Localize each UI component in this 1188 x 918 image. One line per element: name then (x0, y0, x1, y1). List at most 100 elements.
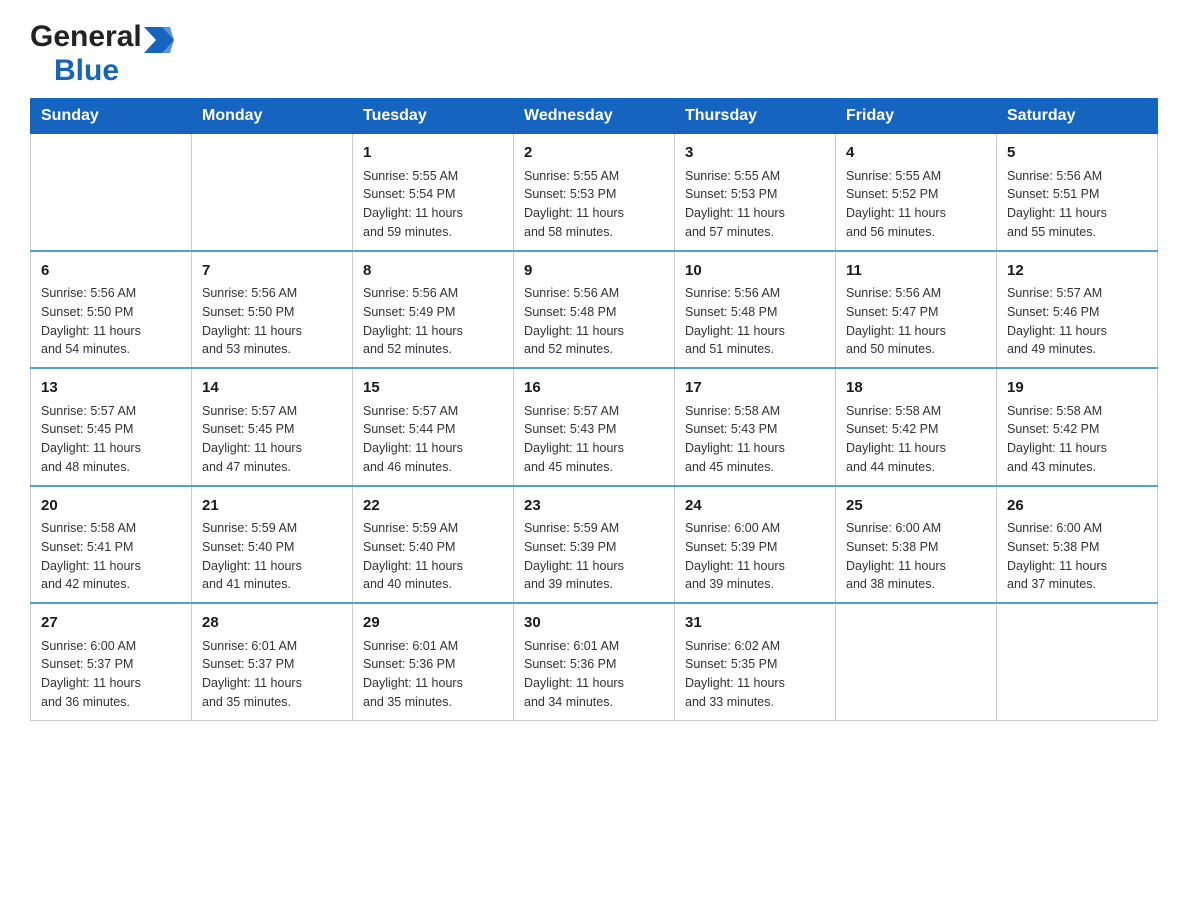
calendar-cell (836, 603, 997, 720)
day-info: Sunrise: 5:56 AMSunset: 5:48 PMDaylight:… (524, 284, 664, 359)
day-number: 9 (524, 260, 664, 283)
day-number: 8 (363, 260, 503, 283)
day-number: 1 (363, 142, 503, 165)
day-info: Sunrise: 6:01 AMSunset: 5:36 PMDaylight:… (363, 637, 503, 712)
day-info: Sunrise: 5:56 AMSunset: 5:49 PMDaylight:… (363, 284, 503, 359)
day-number: 2 (524, 142, 664, 165)
calendar-cell: 23Sunrise: 5:59 AMSunset: 5:39 PMDayligh… (514, 486, 675, 604)
day-number: 12 (1007, 260, 1147, 283)
weekday-header-friday: Friday (836, 99, 997, 134)
page-header: General Blue (30, 20, 1158, 88)
day-info: Sunrise: 6:00 AMSunset: 5:37 PMDaylight:… (41, 637, 181, 712)
day-info: Sunrise: 5:56 AMSunset: 5:48 PMDaylight:… (685, 284, 825, 359)
calendar-cell: 31Sunrise: 6:02 AMSunset: 5:35 PMDayligh… (675, 603, 836, 720)
day-info: Sunrise: 6:01 AMSunset: 5:37 PMDaylight:… (202, 637, 342, 712)
day-number: 21 (202, 495, 342, 518)
day-number: 6 (41, 260, 181, 283)
day-info: Sunrise: 6:00 AMSunset: 5:39 PMDaylight:… (685, 519, 825, 594)
day-number: 27 (41, 612, 181, 635)
weekday-header-monday: Monday (192, 99, 353, 134)
calendar-cell: 18Sunrise: 5:58 AMSunset: 5:42 PMDayligh… (836, 368, 997, 486)
calendar-cell: 8Sunrise: 5:56 AMSunset: 5:49 PMDaylight… (353, 251, 514, 369)
day-info: Sunrise: 5:57 AMSunset: 5:46 PMDaylight:… (1007, 284, 1147, 359)
calendar-cell: 15Sunrise: 5:57 AMSunset: 5:44 PMDayligh… (353, 368, 514, 486)
day-number: 14 (202, 377, 342, 400)
day-info: Sunrise: 5:58 AMSunset: 5:43 PMDaylight:… (685, 402, 825, 477)
day-number: 31 (685, 612, 825, 635)
week-row-2: 6Sunrise: 5:56 AMSunset: 5:50 PMDaylight… (31, 251, 1158, 369)
calendar-cell: 30Sunrise: 6:01 AMSunset: 5:36 PMDayligh… (514, 603, 675, 720)
day-number: 17 (685, 377, 825, 400)
day-number: 30 (524, 612, 664, 635)
day-number: 3 (685, 142, 825, 165)
calendar-cell: 14Sunrise: 5:57 AMSunset: 5:45 PMDayligh… (192, 368, 353, 486)
logo: General Blue (30, 20, 174, 88)
day-info: Sunrise: 5:59 AMSunset: 5:39 PMDaylight:… (524, 519, 664, 594)
calendar-cell: 4Sunrise: 5:55 AMSunset: 5:52 PMDaylight… (836, 134, 997, 251)
day-number: 10 (685, 260, 825, 283)
calendar-cell: 11Sunrise: 5:56 AMSunset: 5:47 PMDayligh… (836, 251, 997, 369)
calendar-cell: 29Sunrise: 6:01 AMSunset: 5:36 PMDayligh… (353, 603, 514, 720)
calendar-cell: 3Sunrise: 5:55 AMSunset: 5:53 PMDaylight… (675, 134, 836, 251)
day-info: Sunrise: 6:00 AMSunset: 5:38 PMDaylight:… (1007, 519, 1147, 594)
day-info: Sunrise: 5:56 AMSunset: 5:51 PMDaylight:… (1007, 167, 1147, 242)
calendar-cell: 13Sunrise: 5:57 AMSunset: 5:45 PMDayligh… (31, 368, 192, 486)
day-info: Sunrise: 5:57 AMSunset: 5:45 PMDaylight:… (202, 402, 342, 477)
calendar-cell: 7Sunrise: 5:56 AMSunset: 5:50 PMDaylight… (192, 251, 353, 369)
calendar-cell: 26Sunrise: 6:00 AMSunset: 5:38 PMDayligh… (997, 486, 1158, 604)
day-number: 16 (524, 377, 664, 400)
day-info: Sunrise: 5:57 AMSunset: 5:43 PMDaylight:… (524, 402, 664, 477)
week-row-4: 20Sunrise: 5:58 AMSunset: 5:41 PMDayligh… (31, 486, 1158, 604)
day-info: Sunrise: 5:59 AMSunset: 5:40 PMDaylight:… (363, 519, 503, 594)
weekday-header-thursday: Thursday (675, 99, 836, 134)
weekday-header-row: SundayMondayTuesdayWednesdayThursdayFrid… (31, 99, 1158, 134)
day-number: 5 (1007, 142, 1147, 165)
day-number: 18 (846, 377, 986, 400)
weekday-header-wednesday: Wednesday (514, 99, 675, 134)
day-info: Sunrise: 5:58 AMSunset: 5:42 PMDaylight:… (846, 402, 986, 477)
calendar-cell: 27Sunrise: 6:00 AMSunset: 5:37 PMDayligh… (31, 603, 192, 720)
day-number: 11 (846, 260, 986, 283)
calendar-cell: 21Sunrise: 5:59 AMSunset: 5:40 PMDayligh… (192, 486, 353, 604)
calendar-cell: 5Sunrise: 5:56 AMSunset: 5:51 PMDaylight… (997, 134, 1158, 251)
calendar-cell: 22Sunrise: 5:59 AMSunset: 5:40 PMDayligh… (353, 486, 514, 604)
calendar-cell: 1Sunrise: 5:55 AMSunset: 5:54 PMDaylight… (353, 134, 514, 251)
day-number: 25 (846, 495, 986, 518)
day-info: Sunrise: 5:56 AMSunset: 5:47 PMDaylight:… (846, 284, 986, 359)
weekday-header-tuesday: Tuesday (353, 99, 514, 134)
day-info: Sunrise: 6:01 AMSunset: 5:36 PMDaylight:… (524, 637, 664, 712)
day-info: Sunrise: 6:00 AMSunset: 5:38 PMDaylight:… (846, 519, 986, 594)
calendar-table: SundayMondayTuesdayWednesdayThursdayFrid… (30, 98, 1158, 721)
day-info: Sunrise: 5:57 AMSunset: 5:45 PMDaylight:… (41, 402, 181, 477)
calendar-body: 1Sunrise: 5:55 AMSunset: 5:54 PMDaylight… (31, 134, 1158, 721)
week-row-1: 1Sunrise: 5:55 AMSunset: 5:54 PMDaylight… (31, 134, 1158, 251)
day-number: 23 (524, 495, 664, 518)
day-info: Sunrise: 5:56 AMSunset: 5:50 PMDaylight:… (202, 284, 342, 359)
day-info: Sunrise: 5:55 AMSunset: 5:53 PMDaylight:… (524, 167, 664, 242)
day-info: Sunrise: 5:58 AMSunset: 5:41 PMDaylight:… (41, 519, 181, 594)
calendar-cell (997, 603, 1158, 720)
day-number: 4 (846, 142, 986, 165)
day-number: 20 (41, 495, 181, 518)
calendar-cell: 17Sunrise: 5:58 AMSunset: 5:43 PMDayligh… (675, 368, 836, 486)
logo-general-text: General (30, 20, 142, 54)
day-info: Sunrise: 5:58 AMSunset: 5:42 PMDaylight:… (1007, 402, 1147, 477)
calendar-cell: 19Sunrise: 5:58 AMSunset: 5:42 PMDayligh… (997, 368, 1158, 486)
day-info: Sunrise: 6:02 AMSunset: 5:35 PMDaylight:… (685, 637, 825, 712)
calendar-cell: 16Sunrise: 5:57 AMSunset: 5:43 PMDayligh… (514, 368, 675, 486)
day-number: 24 (685, 495, 825, 518)
day-info: Sunrise: 5:56 AMSunset: 5:50 PMDaylight:… (41, 284, 181, 359)
day-number: 19 (1007, 377, 1147, 400)
day-number: 29 (363, 612, 503, 635)
calendar-cell: 24Sunrise: 6:00 AMSunset: 5:39 PMDayligh… (675, 486, 836, 604)
day-number: 13 (41, 377, 181, 400)
day-info: Sunrise: 5:57 AMSunset: 5:44 PMDaylight:… (363, 402, 503, 477)
weekday-header-sunday: Sunday (31, 99, 192, 134)
weekday-header-saturday: Saturday (997, 99, 1158, 134)
calendar-cell: 20Sunrise: 5:58 AMSunset: 5:41 PMDayligh… (31, 486, 192, 604)
day-info: Sunrise: 5:59 AMSunset: 5:40 PMDaylight:… (202, 519, 342, 594)
day-number: 28 (202, 612, 342, 635)
calendar-cell: 10Sunrise: 5:56 AMSunset: 5:48 PMDayligh… (675, 251, 836, 369)
calendar-cell (31, 134, 192, 251)
day-info: Sunrise: 5:55 AMSunset: 5:54 PMDaylight:… (363, 167, 503, 242)
